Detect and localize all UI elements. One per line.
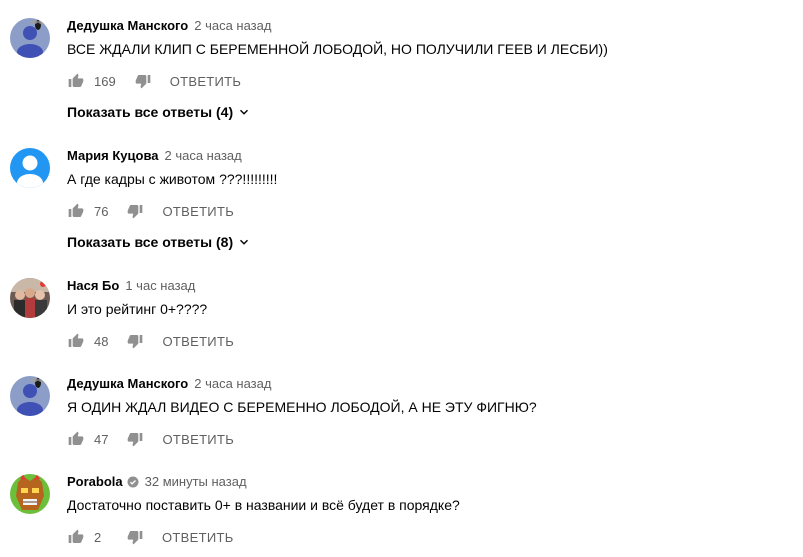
thumb-up-icon	[68, 203, 84, 219]
thumb-down-icon	[127, 333, 143, 349]
like-count: 169	[94, 73, 116, 89]
like-button[interactable]	[67, 72, 85, 90]
thumb-up-icon	[68, 333, 84, 349]
default-avatar-with-fly-icon	[10, 376, 50, 416]
reply-button[interactable]: ОТВЕТИТЬ	[170, 74, 242, 89]
comment-text: Я ОДИН ЖДАЛ ВИДЕО С БЕРЕМЕННО ЛОБОДОЙ, А…	[67, 399, 537, 415]
show-replies-label: Показать все ответы (8)	[67, 234, 234, 250]
crash-bandicoot-mask-avatar-icon	[10, 474, 50, 514]
thumb-down-icon	[127, 529, 143, 545]
like-count: 76	[94, 203, 109, 219]
group-photo-avatar-icon	[10, 278, 50, 318]
comment-actions: 2 ОТВЕТИТЬ	[67, 527, 234, 547]
comment-actions: 169 ОТВЕТИТЬ	[67, 71, 241, 91]
like-button[interactable]	[67, 430, 85, 448]
show-replies-label: Показать все ответы (4)	[67, 104, 234, 120]
comment-actions: 47 ОТВЕТИТЬ	[67, 429, 234, 449]
comment-actions: 48 ОТВЕТИТЬ	[67, 331, 234, 351]
avatar[interactable]	[10, 278, 50, 318]
author-name[interactable]: Дедушка Манского	[67, 376, 188, 391]
comments-section: Дедушка Манского 2 часа назад ВСЕ ЖДАЛИ К…	[0, 0, 803, 557]
dislike-button[interactable]	[134, 72, 152, 90]
comment-text: ВСЕ ЖДАЛИ КЛИП С БЕРЕМЕННОЙ ЛОБОДОЙ, НО …	[67, 41, 608, 57]
thumb-down-icon	[127, 203, 143, 219]
chevron-down-icon	[237, 235, 251, 249]
comment-time[interactable]: 2 часа назад	[194, 376, 271, 391]
like-count: 2	[94, 529, 102, 545]
thumb-up-icon	[68, 529, 84, 545]
dislike-button[interactable]	[126, 332, 144, 350]
author-name[interactable]: Нася Бо	[67, 278, 119, 293]
verified-check-icon	[127, 476, 139, 488]
like-count: 47	[94, 431, 109, 447]
author-name[interactable]: Мария Куцова	[67, 148, 159, 163]
default-avatar-icon	[10, 148, 50, 188]
dislike-button[interactable]	[126, 202, 144, 220]
like-button[interactable]	[67, 528, 85, 546]
thumb-up-icon	[68, 431, 84, 447]
comment-time[interactable]: 2 часа назад	[194, 18, 271, 33]
author-name[interactable]: Дедушка Манского	[67, 18, 188, 33]
comment-text: Достаточно поставить 0+ в названии и всё…	[67, 497, 460, 513]
reply-button[interactable]: ОТВЕТИТЬ	[162, 204, 234, 219]
comment-time[interactable]: 32 минуты назад	[145, 474, 247, 489]
avatar[interactable]	[10, 474, 50, 514]
comment-header: Дедушка Манского 2 часа назад	[67, 375, 271, 393]
thumb-up-icon	[68, 73, 84, 89]
reply-button[interactable]: ОТВЕТИТЬ	[162, 530, 234, 545]
comment-text: А где кадры с животом ???!!!!!!!!!	[67, 171, 278, 187]
comment-time[interactable]: 1 час назад	[125, 278, 195, 293]
comment-actions: 76 ОТВЕТИТЬ	[67, 201, 234, 221]
show-replies-button[interactable]: Показать все ответы (4)	[67, 104, 251, 120]
thumb-down-icon	[135, 73, 151, 89]
like-count: 48	[94, 333, 109, 349]
avatar[interactable]	[10, 148, 50, 188]
comment-header: Дедушка Манского 2 часа назад	[67, 17, 271, 35]
chevron-down-icon	[237, 105, 251, 119]
avatar[interactable]	[10, 18, 50, 58]
comment-header: Porabola 32 минуты назад	[67, 473, 247, 491]
dislike-button[interactable]	[126, 528, 144, 546]
comment-time[interactable]: 2 часа назад	[165, 148, 242, 163]
thumb-down-icon	[127, 431, 143, 447]
author-name[interactable]: Porabola	[67, 474, 123, 489]
reply-button[interactable]: ОТВЕТИТЬ	[162, 432, 234, 447]
show-replies-button[interactable]: Показать все ответы (8)	[67, 234, 251, 250]
comment-header: Мария Куцова 2 часа назад	[67, 147, 242, 165]
like-button[interactable]	[67, 202, 85, 220]
like-button[interactable]	[67, 332, 85, 350]
reply-button[interactable]: ОТВЕТИТЬ	[162, 334, 234, 349]
default-avatar-with-fly-icon	[10, 18, 50, 58]
comment-header: Нася Бо 1 час назад	[67, 277, 195, 295]
comment-text: И это рейтинг 0+????	[67, 301, 208, 317]
avatar[interactable]	[10, 376, 50, 416]
dislike-button[interactable]	[126, 430, 144, 448]
